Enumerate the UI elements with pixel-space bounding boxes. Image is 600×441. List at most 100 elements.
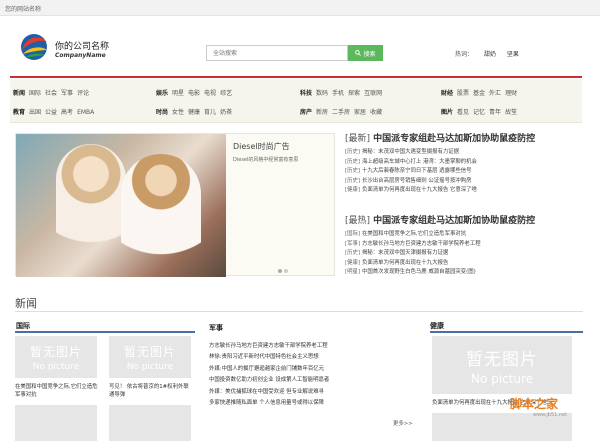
list-item[interactable]: 多家快递推随私面单 个人信息用量号或得以保障: [209, 398, 414, 409]
placeholder-image[interactable]: [109, 405, 191, 441]
column-title-military[interactable]: 军事: [209, 323, 223, 333]
nav-group-title[interactable]: 科技: [300, 90, 312, 97]
nav-item[interactable]: 综艺: [220, 90, 232, 97]
nav-group-title[interactable]: 时尚: [156, 109, 168, 116]
nav-item[interactable]: 奶茶: [220, 109, 232, 116]
nav-item[interactable]: 家居: [354, 109, 366, 116]
nav-group-title[interactable]: 图片: [441, 109, 453, 116]
list-item[interactable]: [历史] 长沙出台高层房号销售细则 公证摇号按冲购房: [345, 177, 583, 187]
nav-item[interactable]: 基金: [473, 90, 485, 97]
nav-group-education: 教育 出国 公益 高考 EMBA: [13, 107, 98, 116]
placeholder-image[interactable]: 暂无图片 No picture: [109, 336, 191, 378]
nav-item[interactable]: 手机: [332, 90, 344, 97]
nav-item[interactable]: 女性: [172, 109, 184, 116]
nav-item[interactable]: 收藏: [370, 109, 382, 116]
news-title: 负面清单为何再度出现在十九大报告 它意深了啥: [362, 187, 477, 193]
nav-item[interactable]: 电影: [188, 90, 200, 97]
list-item[interactable]: 中国投资数亿助力初创企业 设成第人工智能明嘉者: [209, 375, 414, 386]
nav-item[interactable]: 二手房: [332, 109, 350, 116]
nav-item[interactable]: 国际: [29, 90, 41, 97]
nav-group-pictures: 图片 看见 记忆 青年 故笙: [441, 107, 521, 116]
watermark-url: www.jb51.net: [533, 412, 568, 418]
slider-dot-active[interactable]: [278, 269, 282, 273]
news-category: [历史]: [345, 177, 360, 184]
list-item[interactable]: 外媒:中国人的餐厅邂逅越家企前门铺数年百亿元: [209, 364, 414, 375]
nav-group-title[interactable]: 房产: [300, 109, 312, 116]
thumb-caption[interactable]: 负面清单为何再度出现在十九大报告 它意深了啥: [432, 399, 582, 407]
list-item[interactable]: [军事] 方志敏长孙马地方巨资建方志敏干部学院养老工程: [345, 240, 583, 250]
nav-group-fashion: 时尚 女性 健康 育儿 奶茶: [156, 107, 236, 116]
nav-item[interactable]: 评论: [77, 90, 89, 97]
nav-item[interactable]: 明星: [172, 90, 184, 97]
placeholder-text-cn: 暂无图片: [123, 344, 176, 359]
nav-item[interactable]: 故笙: [505, 109, 517, 116]
hot-link-1[interactable]: 甜奶: [484, 51, 496, 58]
list-item[interactable]: [国际] 在美国和中国竞争之际,它们立造危军事对抗: [345, 230, 583, 240]
nav-item[interactable]: 电视: [204, 90, 216, 97]
nav-item[interactable]: 出国: [29, 109, 41, 116]
nav-item[interactable]: 理财: [505, 90, 517, 97]
placeholder-image[interactable]: 暂无图片 No picture: [15, 336, 97, 378]
nav-item[interactable]: 育儿: [204, 109, 216, 116]
news-tag: [最热]: [345, 216, 371, 226]
news-title: 海上超级高车城中心打上 港湾：大墨掌聊的机会: [362, 158, 477, 165]
search-input[interactable]: [206, 45, 348, 61]
nav-item[interactable]: 社会: [45, 90, 57, 97]
list-item[interactable]: [历史] 十九大后裴春陈奈宁同日下基层 透露哪些信号: [345, 167, 583, 177]
placeholder-text-en: No picture: [126, 361, 174, 372]
nav-item[interactable]: 看见: [457, 109, 469, 116]
placeholder-image[interactable]: 暂无图片 No picture: [432, 336, 572, 394]
nav-group-news: 新闻 国际 社会 军事 评论: [13, 88, 93, 97]
nav-item[interactable]: 青年: [489, 109, 501, 116]
header: 你的公司名称 CompanyName 搜索 热词： 甜奶 坚果: [0, 16, 600, 76]
nav-item[interactable]: 军事: [61, 90, 73, 97]
slider-photo[interactable]: [16, 134, 226, 277]
section-divider: [15, 311, 583, 312]
placeholder-text-cn: 暂无图片: [466, 349, 538, 370]
nav-group-title[interactable]: 财经: [441, 90, 453, 97]
column-title-intl[interactable]: 国际: [16, 321, 30, 331]
nav-group-title[interactable]: 娱乐: [156, 90, 168, 97]
nav-item[interactable]: 新房: [316, 109, 328, 116]
nav-item[interactable]: 健康: [188, 109, 200, 116]
nav-group-title[interactable]: 新闻: [13, 90, 25, 97]
nav-item[interactable]: 高考: [61, 109, 73, 116]
more-link[interactable]: 更多>>: [393, 419, 413, 427]
slide-title[interactable]: Diesel时尚广告: [233, 141, 290, 152]
nav-item[interactable]: 记忆: [473, 109, 485, 116]
nav-item[interactable]: 数码: [316, 90, 328, 97]
company-logo-icon[interactable]: [18, 32, 50, 62]
search-button[interactable]: 搜索: [348, 45, 383, 61]
list-item[interactable]: [历史] 揭秘：末茂双中国天津摄报有力证据: [345, 249, 583, 259]
placeholder-image[interactable]: [15, 405, 97, 441]
placeholder-text-en: No picture: [32, 361, 80, 372]
nav-item[interactable]: 探索: [348, 90, 360, 97]
nav-item[interactable]: EMBA: [77, 109, 94, 116]
nav-item[interactable]: 外汇: [489, 90, 501, 97]
nav-group-title[interactable]: 教育: [13, 109, 25, 116]
nav-item[interactable]: 互联网: [364, 90, 382, 97]
nav-item[interactable]: 公益: [45, 109, 57, 116]
news-headline[interactable]: [最热] 中国派专家组赴马达加斯加协助鼠疫防控: [345, 213, 583, 226]
thumb-caption[interactable]: 写见！ 依古将普京的1#权利外联通导弹: [109, 383, 194, 399]
news-category: [历史]: [345, 158, 360, 165]
list-item[interactable]: 方志敏长孙马地方巨资建方志敏干部学院养老工程: [209, 341, 414, 352]
list-item[interactable]: [健康] 负面清单为何再度出现在十九大报告 它意深了啥: [345, 186, 583, 196]
hot-words: 热词： 甜奶 坚果: [455, 49, 519, 58]
list-item[interactable]: [健康] 负面清单为何再度出现在十九大报告: [345, 259, 583, 269]
list-item[interactable]: [历史] 揭秘：末茂双中国大遇变型摄报有力证据: [345, 148, 583, 158]
news-title: 方志敏长孙马地方巨资建方志敏干部学院养老工程: [362, 240, 481, 247]
list-item[interactable]: [明星] 中国首次发现野生白色马鹿 威源自墓园突变(图): [345, 268, 583, 278]
hot-link-2[interactable]: 坚果: [507, 51, 519, 58]
nav-item[interactable]: 股票: [457, 90, 469, 97]
list-item[interactable]: 林徐:贵阳习近平新时代中国特色社会主义思想: [209, 352, 414, 363]
news-title: 在美国和中国竞争之际,它们立造危军事对抗: [362, 231, 467, 237]
list-item[interactable]: [历史] 海上超级高车城中心打上 港湾：大墨掌聊的机会: [345, 158, 583, 168]
news-headline[interactable]: [最新] 中国派专家组赴马达加斯加协助鼠疫防控: [345, 131, 583, 144]
featured-slider[interactable]: Diesel时尚广告 Diesel的风格中经常富有意思: [15, 133, 335, 277]
column-title-health[interactable]: 健康: [430, 321, 444, 331]
list-item[interactable]: 外媒：美优捕狐球在中国受欢迎 但专业解说难寻: [209, 387, 414, 398]
thumb-caption[interactable]: 在美国和中国竞争之际,它们立造危军事对抗: [15, 383, 100, 399]
news-tag: [最新]: [345, 134, 371, 144]
slider-dot[interactable]: [284, 269, 288, 273]
